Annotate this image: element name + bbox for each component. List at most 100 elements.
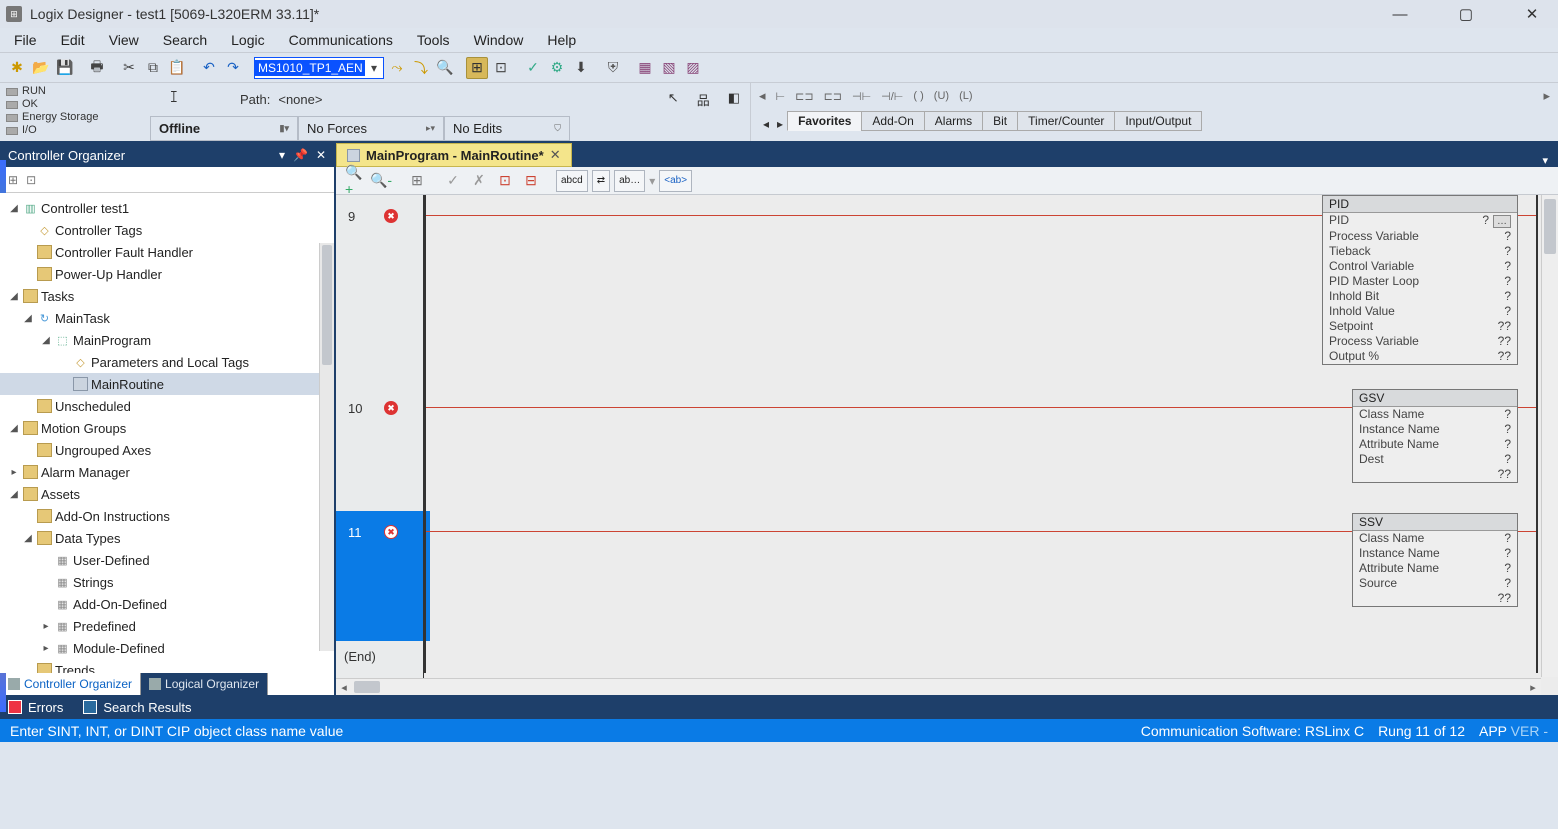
dropdown-icon[interactable]: ▾	[279, 148, 285, 162]
zoom-in-icon[interactable]: 🔍+	[344, 170, 366, 192]
hscroll-thumb[interactable]	[354, 681, 380, 693]
print-icon[interactable]: 🖶	[86, 57, 108, 79]
tree-assets[interactable]: Assets	[41, 487, 80, 502]
ellipsis-button[interactable]: …	[1493, 215, 1511, 228]
cancel-edits-icon[interactable]: ✗	[468, 170, 490, 192]
tree-scrollbar[interactable]	[319, 243, 334, 651]
inst-rung-icon[interactable]: ⊢	[776, 90, 786, 103]
finalize-icon[interactable]: ⊟	[520, 170, 542, 192]
inst-branch-icon[interactable]: ⊏⊐	[795, 90, 813, 103]
edit-rung-icon[interactable]: ⊞	[406, 170, 428, 192]
tab-alarms[interactable]: Alarms	[924, 111, 983, 131]
hscroll-right-icon[interactable]: ▸	[1525, 681, 1541, 694]
tab-io[interactable]: Input/Output	[1114, 111, 1202, 131]
menu-tools[interactable]: Tools	[417, 32, 450, 48]
tree-motion[interactable]: Motion Groups	[41, 421, 126, 436]
org-tool1-icon[interactable]: ⊞	[8, 173, 18, 187]
tree-mainroutine[interactable]: MainRoutine	[91, 377, 164, 392]
mode-offline[interactable]: Offline▮▾	[150, 116, 298, 141]
menu-communications[interactable]: Communications	[289, 32, 393, 48]
project-tree[interactable]: ◢▥Controller test1 ◇Controller Tags Cont…	[0, 193, 334, 673]
mode-forces[interactable]: No Forces▸▾	[298, 116, 444, 141]
editor-hscroll[interactable]: ◂ ▸	[336, 678, 1541, 695]
tree-params[interactable]: Parameters and Local Tags	[91, 355, 249, 370]
tree-view-icon[interactable]: ⊞	[466, 57, 488, 79]
ab-button[interactable]: ab…	[614, 170, 645, 192]
tree-unscheduled[interactable]: Unscheduled	[55, 399, 131, 414]
ladder-canvas[interactable]: PID PID?… Process Variable? Tieback? Con…	[424, 195, 1558, 695]
tree-datatypes[interactable]: Data Types	[55, 531, 121, 546]
chevron-down-icon[interactable]: ▾	[365, 61, 383, 75]
org-tool2-icon[interactable]: ⊡	[26, 173, 36, 187]
go-online-icon[interactable]: ⤳	[386, 57, 408, 79]
download-icon[interactable]: ⬇	[570, 57, 592, 79]
menu-logic[interactable]: Logic	[231, 32, 264, 48]
save-icon[interactable]: 💾	[54, 57, 76, 79]
tree-power-up[interactable]: Power-Up Handler	[55, 267, 162, 282]
rung-11[interactable]: 11✖	[336, 511, 423, 641]
pid-instruction[interactable]: PID PID?… Process Variable? Tieback? Con…	[1322, 195, 1518, 365]
close-panel-icon[interactable]: ✕	[316, 148, 326, 162]
tree-addon-inst[interactable]: Add-On Instructions	[55, 509, 170, 524]
minimize-button[interactable]: —	[1380, 2, 1420, 26]
inst-branch2-icon[interactable]: ⊏⊐	[824, 90, 842, 103]
browse-icon[interactable]: ◧	[728, 90, 740, 109]
tabs-left[interactable]: ◂	[759, 117, 773, 131]
inst-otl-icon[interactable]: (L)	[959, 90, 972, 102]
undo-icon[interactable]: ↶	[198, 57, 220, 79]
editor-vscroll[interactable]	[1541, 195, 1558, 677]
new-icon[interactable]: ✱	[6, 57, 28, 79]
menu-view[interactable]: View	[109, 32, 139, 48]
menu-help[interactable]: Help	[547, 32, 576, 48]
tab-logical-organizer[interactable]: Logical Organizer	[141, 673, 268, 695]
tree-fault-handler[interactable]: Controller Fault Handler	[55, 245, 193, 260]
who-active-icon[interactable]: 🔍	[434, 57, 456, 79]
tree-userdef[interactable]: User-Defined	[73, 553, 150, 568]
tree-ctl-tags[interactable]: Controller Tags	[55, 223, 142, 238]
copy-icon[interactable]: ⧉	[142, 57, 164, 79]
menu-edit[interactable]: Edit	[61, 32, 85, 48]
network-icon[interactable]: 品	[697, 90, 710, 109]
tab-timer[interactable]: Timer/Counter	[1017, 111, 1115, 131]
xref-button[interactable]: <ab>	[659, 170, 692, 192]
pointer-icon[interactable]: ↖	[668, 90, 679, 109]
abcd-button[interactable]: abcd	[556, 170, 588, 192]
mode-edits[interactable]: No Edits⛉	[444, 116, 570, 141]
open-icon[interactable]: 📂	[30, 57, 52, 79]
tree-ungrouped[interactable]: Ungrouped Axes	[55, 443, 151, 458]
close-button[interactable]: ✕	[1512, 2, 1552, 26]
tab-favorites[interactable]: Favorites	[787, 111, 862, 131]
tabs-right[interactable]: ▸	[773, 117, 787, 131]
build-icon[interactable]: ⚙	[546, 57, 568, 79]
ssv-instruction[interactable]: SSV Class Name? Instance Name? Attribute…	[1352, 513, 1518, 607]
accept-edits-icon[interactable]: ✓	[442, 170, 464, 192]
maximize-button[interactable]: ▢	[1446, 2, 1486, 26]
search-results-tab[interactable]: Search Results	[83, 700, 191, 715]
errors-tab[interactable]: Errors	[8, 700, 63, 715]
tab-controller-organizer[interactable]: Controller Organizer	[0, 673, 141, 695]
menu-file[interactable]: File	[14, 32, 37, 48]
rung-end[interactable]: (End)	[336, 641, 423, 673]
zoom-out-icon[interactable]: 🔍-	[370, 170, 392, 192]
module-icon[interactable]: ▦	[634, 57, 656, 79]
tree-tasks[interactable]: Tasks	[41, 289, 74, 304]
tree-trends[interactable]: Trends	[55, 663, 95, 674]
tree-controller[interactable]: Controller test1	[41, 201, 129, 216]
module2-icon[interactable]: ▧	[658, 57, 680, 79]
tree-moduledef[interactable]: Module-Defined	[73, 641, 165, 656]
select-path-icon[interactable]: ⤵	[410, 57, 432, 79]
verify-icon[interactable]: ✓	[522, 57, 544, 79]
redo-icon[interactable]: ↷	[222, 57, 244, 79]
tree-alarm[interactable]: Alarm Manager	[41, 465, 130, 480]
toggle-desc-icon[interactable]: ⇄	[592, 170, 610, 192]
rung-9[interactable]: 9✖	[336, 195, 423, 387]
inst-nav-left[interactable]: ◂	[759, 88, 766, 104]
editor-tab-dropdown-icon[interactable]: ▾	[1532, 154, 1558, 167]
inst-nav-right[interactable]: ▸	[1543, 88, 1550, 104]
tab-close-icon[interactable]: ✕	[550, 147, 561, 163]
tree-strings[interactable]: Strings	[73, 575, 113, 590]
inst-xio-icon[interactable]: ⊣/⊢	[881, 90, 903, 103]
menu-window[interactable]: Window	[474, 32, 524, 48]
path-combo-input[interactable]	[255, 60, 365, 76]
tree-addon-def[interactable]: Add-On-Defined	[73, 597, 167, 612]
